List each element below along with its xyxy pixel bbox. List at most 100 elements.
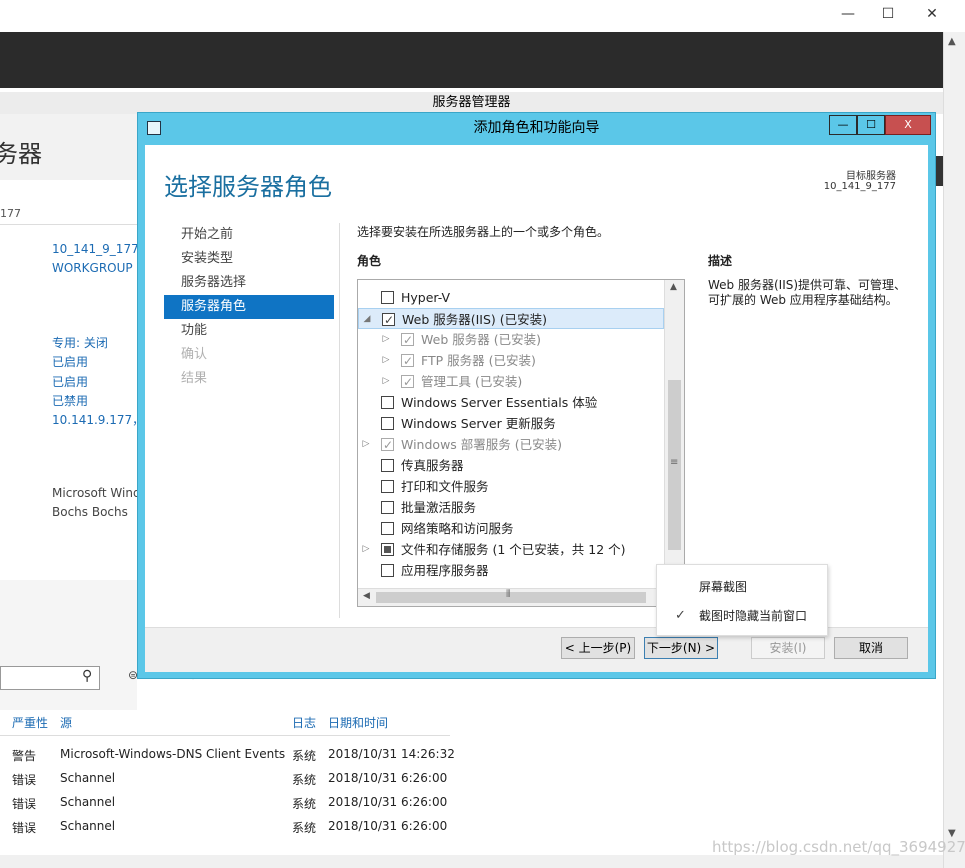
nav-item-server-roles[interactable]: 服务器角色 xyxy=(164,295,334,319)
role-row[interactable]: 网络策略和访问服务 xyxy=(358,518,664,539)
remote-desktop-link[interactable]: 已启用 xyxy=(52,373,88,390)
search-icon[interactable]: ⚲ xyxy=(82,668,92,684)
previous-button[interactable]: < 上一步(P) xyxy=(561,637,635,659)
event-source: Schannel xyxy=(60,795,116,809)
host-dark-toolbar xyxy=(0,32,943,88)
expand-icon[interactable]: ▷ xyxy=(381,350,391,371)
role-checkbox[interactable] xyxy=(381,396,394,409)
role-checkbox[interactable] xyxy=(401,372,414,393)
description-header: 描述 xyxy=(708,254,733,268)
scroll-up-icon[interactable]: ▲ xyxy=(948,36,956,47)
divider xyxy=(0,735,450,736)
role-row[interactable]: 打印和文件服务 xyxy=(358,476,664,497)
maximize-button[interactable]: ☐ xyxy=(876,6,900,22)
role-row[interactable]: ▷ 文件和存储服务 (1 个已安装，共 12 个) xyxy=(358,539,664,560)
role-row[interactable]: ▷ Windows 部署服务 (已安装) xyxy=(358,434,664,456)
role-row[interactable]: Hyper-V xyxy=(358,287,664,308)
column-header-source[interactable]: 源 xyxy=(60,714,72,731)
role-checkbox[interactable] xyxy=(382,310,395,331)
dialog-maximize-button[interactable]: ☐ xyxy=(857,115,885,135)
event-datetime: 2018/10/31 6:26:00 xyxy=(328,819,448,833)
nav-item-server-selection[interactable]: 服务器选择 xyxy=(164,271,334,295)
role-row[interactable]: ▷ 管理工具 (已安装) xyxy=(358,371,664,393)
role-row[interactable]: Windows Server Essentials 体验 xyxy=(358,392,664,413)
screenshot-context-menu: 屏幕截图 ✓ 截图时隐藏当前窗口 xyxy=(656,564,828,636)
scroll-up-icon[interactable]: ▲ xyxy=(670,282,677,292)
nic-teaming-link[interactable]: 已禁用 xyxy=(52,392,88,409)
role-label: Web 服务器(IIS) (已安装) xyxy=(402,312,548,327)
expand-icon[interactable]: ▷ xyxy=(361,434,371,455)
scroll-left-icon[interactable]: ◀ xyxy=(363,591,370,601)
role-label: Windows Server 更新服务 xyxy=(401,416,556,431)
server-manager-header-text: 务器 xyxy=(0,140,42,168)
computer-name-link[interactable]: 10_141_9_177 xyxy=(52,242,139,256)
menu-item-hide-window[interactable]: ✓ 截图时隐藏当前窗口 xyxy=(657,602,827,630)
expand-icon[interactable]: ▷ xyxy=(361,539,371,560)
next-button[interactable]: 下一步(N) > xyxy=(644,637,718,659)
install-button: 安装(I) xyxy=(751,637,825,659)
event-source: Microsoft-Windows-DNS Client Events xyxy=(60,747,286,761)
role-row[interactable]: ▷ Web 服务器 (已安装) xyxy=(358,329,664,351)
role-checkbox[interactable] xyxy=(381,522,394,535)
server-manager-title: 服务器管理器 xyxy=(0,92,943,114)
role-checkbox[interactable] xyxy=(381,543,394,556)
role-checkbox[interactable] xyxy=(401,351,414,372)
role-label: 管理工具 (已安装) xyxy=(421,374,523,389)
target-server-value: 10_141_9_177 xyxy=(823,181,896,192)
event-datetime: 2018/10/31 14:26:32 xyxy=(328,747,455,761)
cancel-button[interactable]: 取消 xyxy=(834,637,908,659)
role-row[interactable]: 批量激活服务 xyxy=(358,497,664,518)
event-severity: 错误 xyxy=(12,773,37,787)
role-checkbox[interactable] xyxy=(381,480,394,493)
os-version-text: Microsoft Wind xyxy=(52,486,141,500)
menu-item-screenshot[interactable]: 屏幕截图 xyxy=(657,573,827,601)
role-label: Web 服务器 (已安装) xyxy=(421,332,541,347)
role-row[interactable]: 应用程序服务器 xyxy=(358,560,664,581)
workgroup-link[interactable]: WORKGROUP xyxy=(52,261,133,275)
divider xyxy=(339,223,340,618)
role-checkbox[interactable] xyxy=(381,291,394,304)
page-title: 选择服务器角色 xyxy=(164,173,332,201)
role-row[interactable]: ▷ FTP 服务器 (已安装) xyxy=(358,350,664,372)
expand-icon[interactable]: ▷ xyxy=(381,329,391,350)
role-row[interactable]: ◢ Web 服务器(IIS) (已安装) xyxy=(358,308,664,331)
role-label: Windows 部署服务 (已安装) xyxy=(401,437,562,452)
nav-item-installation-type[interactable]: 安装类型 xyxy=(164,247,334,271)
nav-item-features[interactable]: 功能 xyxy=(164,319,334,343)
event-severity: 错误 xyxy=(12,797,37,811)
role-checkbox[interactable] xyxy=(381,417,394,430)
column-header-datetime[interactable]: 日期和时间 xyxy=(328,714,388,731)
role-checkbox[interactable] xyxy=(401,330,414,351)
dialog-close-button[interactable]: X xyxy=(885,115,931,135)
close-button[interactable]: ✕ xyxy=(920,6,944,22)
scroll-thumb[interactable] xyxy=(376,592,646,603)
events-toolbar-area xyxy=(0,580,137,710)
scroll-grip-icon: ≡ xyxy=(670,457,679,468)
collapse-icon[interactable]: ◢ xyxy=(362,309,372,330)
role-row[interactable]: Windows Server 更新服务 xyxy=(358,413,664,434)
column-header-log[interactable]: 日志 xyxy=(292,714,316,731)
role-label: 文件和存储服务 (1 个已安装，共 12 个) xyxy=(401,542,626,557)
column-header-severity[interactable]: 严重性 xyxy=(12,714,48,731)
role-row[interactable]: 传真服务器 xyxy=(358,455,664,476)
dialog-minimize-button[interactable]: — xyxy=(829,115,857,135)
role-label: 网络策略和访问服务 xyxy=(401,521,514,536)
host-vertical-scrollbar[interactable]: ▲ ▼ xyxy=(943,32,965,868)
ethernet-link[interactable]: 10.141.9.177， xyxy=(52,411,144,428)
scroll-grip-icon: ⦀ xyxy=(506,589,511,600)
event-log: 系统 xyxy=(292,821,317,835)
roles-horizontal-scrollbar[interactable]: ◀ ⦀ xyxy=(358,588,664,606)
role-checkbox[interactable] xyxy=(381,435,394,456)
roles-vertical-scrollbar[interactable]: ▲ ≡ xyxy=(664,280,684,588)
expand-icon[interactable]: ▷ xyxy=(381,371,391,392)
role-checkbox[interactable] xyxy=(381,459,394,472)
nav-item-before-you-begin[interactable]: 开始之前 xyxy=(164,223,334,247)
roles-list[interactable]: ▲ ≡ ◀ ⦀ Hyper-V ◢ Web 服务器(IIS) (已安装) ▷ Web 服… xyxy=(357,279,685,607)
firewall-link[interactable]: 专用: 关闭 xyxy=(52,334,108,351)
role-checkbox[interactable] xyxy=(381,564,394,577)
remote-management-link[interactable]: 已启用 xyxy=(52,353,88,370)
minimize-button[interactable]: — xyxy=(836,6,860,22)
role-checkbox[interactable] xyxy=(381,501,394,514)
bottom-scrollbar[interactable] xyxy=(0,855,943,868)
instruction-text: 选择要安装在所选服务器上的一个或多个角色。 xyxy=(357,225,610,239)
